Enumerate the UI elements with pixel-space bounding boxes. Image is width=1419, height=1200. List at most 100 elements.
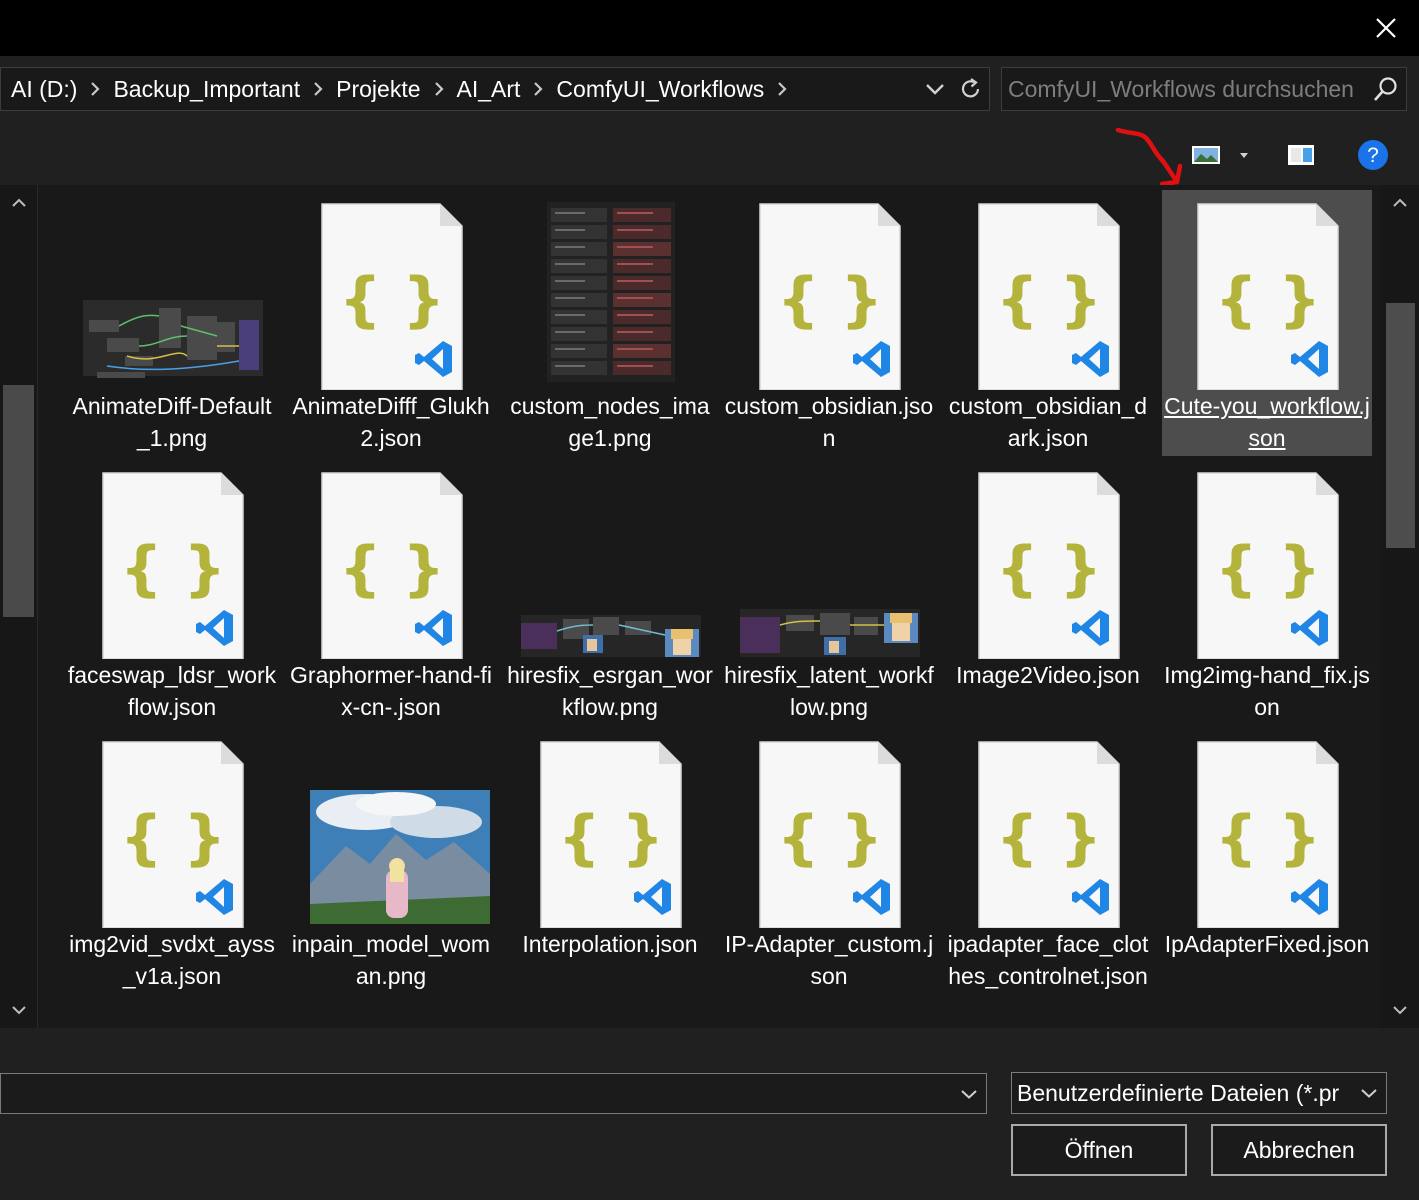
file-name: Graphormer-hand-fix-cn-.json xyxy=(290,662,492,720)
json-file-icon: { } xyxy=(102,472,244,660)
file-item[interactable]: { } IpAdapterFixed.json xyxy=(1162,728,1372,994)
filename-input[interactable] xyxy=(1,1074,931,1113)
file-thumbnail xyxy=(724,465,934,659)
file-item[interactable]: { } Cute-you_workflow.json xyxy=(1162,190,1372,456)
chevron-down-icon xyxy=(926,84,944,95)
help-button[interactable]: ? xyxy=(1352,136,1394,174)
file-item[interactable]: { } img2vid_svdxt_ayss_v1a.json xyxy=(67,728,277,994)
close-button[interactable] xyxy=(1359,0,1413,56)
svg-text:{ }: { } xyxy=(120,803,226,873)
toolbar: ? xyxy=(0,124,1419,185)
change-view-button[interactable] xyxy=(1182,136,1254,174)
file-name: hiresfix_esrgan_workflow.png xyxy=(507,662,713,720)
json-file-icon: { } xyxy=(1197,741,1339,929)
help-icon: ? xyxy=(1358,140,1388,170)
breadcrumb-separator[interactable] xyxy=(77,68,113,110)
file-item[interactable]: hiresfix_latent_workflow.png xyxy=(724,459,934,725)
chevron-up-icon xyxy=(12,198,26,207)
search-button[interactable] xyxy=(1366,68,1406,110)
chevron-down-icon xyxy=(1393,1006,1407,1015)
breadcrumb-item[interactable]: Backup_Important xyxy=(113,76,300,103)
file-name: custom_obsidian_dark.json xyxy=(948,393,1148,451)
file-item[interactable]: { } Interpolation.json xyxy=(505,728,715,994)
scroll-down-button[interactable] xyxy=(1381,992,1419,1028)
file-item[interactable]: { } custom_obsidian.json xyxy=(724,190,934,456)
json-file-icon: { } xyxy=(1197,472,1339,660)
json-file-icon: { } xyxy=(759,741,901,929)
file-item[interactable]: { } Img2img-hand_fix.json xyxy=(1162,459,1372,725)
svg-text:{ }: { } xyxy=(996,265,1102,335)
breadcrumb: AI (D:) Backup_Important Projekte AI_Art Com… xyxy=(1,68,800,110)
file-item[interactable]: AnimateDiff-Default_1.png xyxy=(67,190,277,456)
file-name: custom_nodes_image1.png xyxy=(510,393,710,451)
scroll-up-button[interactable] xyxy=(0,185,38,221)
open-button[interactable]: Öffnen xyxy=(1011,1124,1187,1176)
breadcrumb-separator[interactable] xyxy=(520,68,556,110)
image-thumbnail xyxy=(83,300,263,378)
file-item[interactable]: inpain_model_woman.png xyxy=(286,728,496,994)
chevron-right-icon xyxy=(778,82,787,96)
image-thumbnail xyxy=(547,202,675,382)
file-item[interactable]: { } Graphormer-hand-fix-cn-.json xyxy=(286,459,496,725)
refresh-button[interactable] xyxy=(953,68,989,110)
json-file-icon: { } xyxy=(102,741,244,929)
svg-text:{ }: { } xyxy=(996,803,1102,873)
search-box[interactable] xyxy=(1001,67,1407,111)
file-item[interactable]: { } IP-Adapter_custom.json xyxy=(724,728,934,994)
file-item[interactable]: hiresfix_esrgan_workflow.png xyxy=(505,459,715,725)
file-name: AnimateDifff_Glukh2.json xyxy=(292,393,490,451)
navigation-bar: AI (D:) Backup_Important Projekte AI_Art Com… xyxy=(0,56,1419,124)
breadcrumb-separator[interactable] xyxy=(764,68,800,110)
file-item[interactable]: { } custom_obsidian_dark.json xyxy=(943,190,1153,456)
preview-pane-button[interactable] xyxy=(1280,136,1322,174)
file-type-dropdown-button[interactable] xyxy=(1352,1073,1386,1113)
svg-text:{ }: { } xyxy=(558,803,664,873)
breadcrumb-item[interactable]: AI_Art xyxy=(457,76,521,103)
file-grid: AnimateDiff-Default_1.png { } AnimateDifff… xyxy=(67,190,1381,1028)
search-input[interactable] xyxy=(1002,68,1366,110)
file-type-filter-label: Benutzerdefinierte Dateien (*.pr xyxy=(1017,1079,1340,1106)
image-thumbnail xyxy=(521,615,701,657)
file-thumbnail: { } xyxy=(67,465,277,660)
file-item[interactable]: { } AnimateDifff_Glukh2.json xyxy=(286,190,496,456)
file-thumbnail: { } xyxy=(67,734,277,929)
preview-pane-icon xyxy=(1288,145,1314,165)
json-file-icon: { } xyxy=(759,203,901,391)
json-file-icon: { } xyxy=(540,741,682,929)
address-bar[interactable]: AI (D:) Backup_Important Projekte AI_Art Com… xyxy=(0,67,990,111)
filename-combobox[interactable] xyxy=(0,1073,987,1114)
breadcrumb-separator[interactable] xyxy=(300,68,336,110)
scrollbar-thumb[interactable] xyxy=(3,385,34,617)
filename-dropdown-button[interactable] xyxy=(952,1074,986,1113)
file-type-filter[interactable]: Benutzerdefinierte Dateien (*.pr xyxy=(1011,1072,1387,1114)
address-history-dropdown[interactable] xyxy=(919,68,951,110)
breadcrumb-item[interactable]: Projekte xyxy=(336,76,420,103)
breadcrumb-item[interactable]: ComfyUI_Workflows xyxy=(556,76,764,103)
file-item[interactable]: { } Image2Video.json xyxy=(943,459,1153,725)
file-name: AnimateDiff-Default_1.png xyxy=(72,393,272,451)
chevron-down-icon xyxy=(1361,1089,1377,1098)
file-item[interactable]: { } ipadapter_face_clothes_controlnet.jso… xyxy=(943,728,1153,994)
file-thumbnail: { } xyxy=(286,465,496,660)
file-list-area: AnimateDiff-Default_1.png { } AnimateDifff… xyxy=(0,185,1419,1028)
file-thumbnail: { } xyxy=(286,196,496,391)
file-item[interactable]: custom_nodes_image1.png xyxy=(505,190,715,456)
scroll-up-button[interactable] xyxy=(1381,185,1419,221)
file-name: inpain_model_woman.png xyxy=(291,931,491,989)
svg-text:{ }: { } xyxy=(1215,803,1321,873)
chevron-up-icon xyxy=(1393,198,1407,207)
scrollbar-thumb[interactable] xyxy=(1386,303,1415,548)
file-item[interactable]: { } faceswap_ldsr_workflow.json xyxy=(67,459,277,725)
navigation-pane-scrollbar[interactable] xyxy=(0,185,38,1028)
cancel-button[interactable]: Abbrechen xyxy=(1211,1124,1387,1176)
file-thumbnail: { } xyxy=(943,465,1153,660)
svg-text:{ }: { } xyxy=(339,265,445,335)
file-list-scrollbar[interactable] xyxy=(1381,185,1419,1028)
file-thumbnail xyxy=(505,465,715,659)
svg-text:{ }: { } xyxy=(777,803,883,873)
scroll-down-button[interactable] xyxy=(0,992,38,1028)
breadcrumb-separator[interactable] xyxy=(421,68,457,110)
file-thumbnail: { } xyxy=(943,734,1153,929)
breadcrumb-item[interactable]: AI (D:) xyxy=(11,76,77,103)
refresh-icon xyxy=(961,78,980,98)
